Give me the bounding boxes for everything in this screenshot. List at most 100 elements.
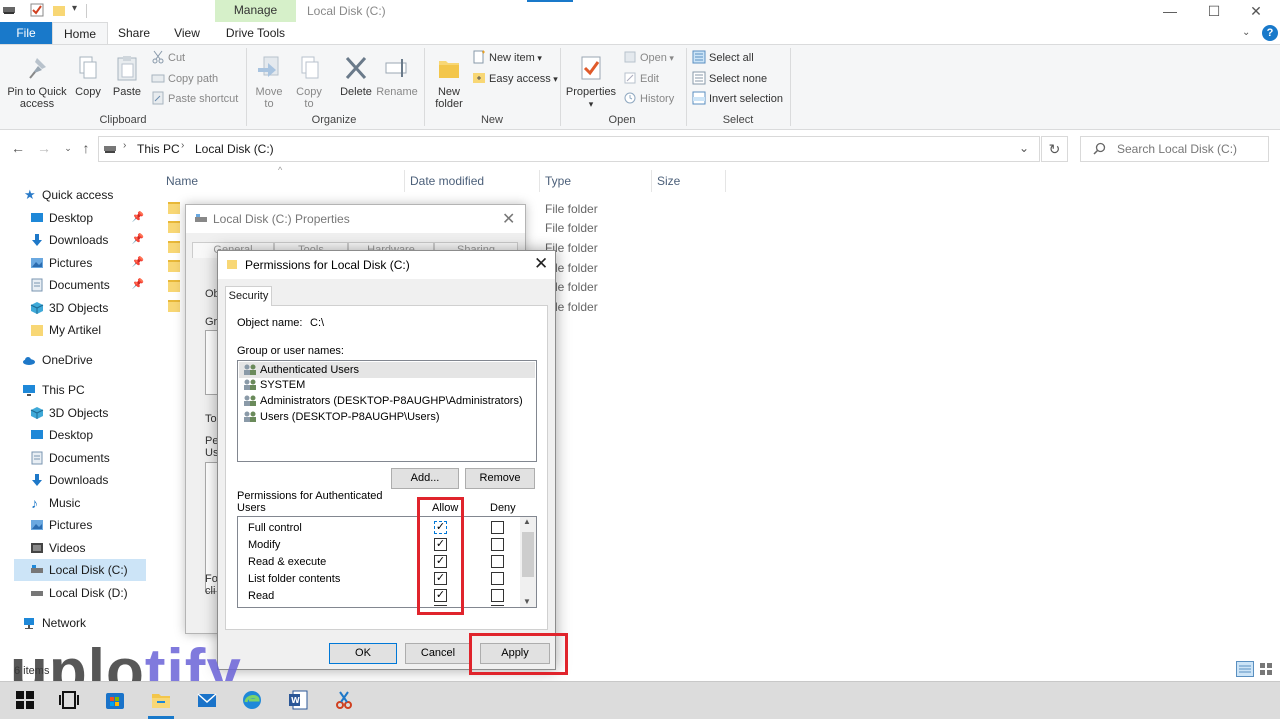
- column-header-name[interactable]: Name: [166, 174, 198, 188]
- ribbon-collapse-icon[interactable]: ⌄: [1242, 27, 1250, 38]
- tab-security[interactable]: Security: [225, 286, 272, 306]
- folder-icon[interactable]: [168, 280, 180, 292]
- nav-item-pictures-pc[interactable]: Pictures: [14, 514, 146, 536]
- breadcrumb-this-pc[interactable]: This PC: [137, 142, 180, 156]
- help-button[interactable]: ?: [1262, 25, 1278, 41]
- user-row-authenticated[interactable]: Authenticated Users: [239, 362, 535, 378]
- properties-close-icon[interactable]: ✕: [502, 209, 515, 229]
- minimize-button[interactable]: —: [1160, 2, 1180, 20]
- move-to-button[interactable]: Move to: [252, 54, 286, 110]
- column-header-date-modified[interactable]: Date modified: [410, 174, 484, 188]
- nav-item-pictures[interactable]: Pictures 📌: [14, 252, 146, 274]
- nav-item-desktop[interactable]: Desktop 📌: [14, 207, 146, 229]
- add-user-button[interactable]: Add...: [391, 468, 459, 489]
- large-icons-view-icon[interactable]: [1258, 661, 1274, 677]
- user-row-users[interactable]: Users (DESKTOP-P8AUGHP\Users): [239, 409, 535, 425]
- copy-path-button[interactable]: Copy path: [151, 70, 218, 88]
- open-button[interactable]: Open ▾: [623, 49, 674, 67]
- snipping-tool-icon[interactable]: [333, 689, 355, 711]
- folder-icon[interactable]: [168, 221, 180, 233]
- file-explorer-icon[interactable]: [150, 689, 172, 711]
- delete-button[interactable]: Delete: [336, 54, 376, 98]
- folder-icon[interactable]: [168, 241, 180, 253]
- refresh-icon[interactable]: ↻: [1041, 136, 1068, 162]
- search-input[interactable]: Search Local Disk (C:): [1080, 136, 1269, 162]
- back-arrow-icon[interactable]: ←: [10, 140, 26, 156]
- nav-onedrive[interactable]: OneDrive: [14, 349, 146, 371]
- edit-button[interactable]: Edit: [623, 70, 659, 88]
- tab-drive-tools[interactable]: Drive Tools: [215, 22, 296, 44]
- folder-icon[interactable]: [168, 202, 180, 214]
- nav-this-pc[interactable]: This PC: [14, 379, 146, 401]
- mail-icon[interactable]: [196, 689, 218, 711]
- properties-quick-icon[interactable]: [30, 3, 44, 17]
- nav-item-videos[interactable]: Videos: [14, 537, 146, 559]
- deny-checkbox-read[interactable]: [491, 589, 504, 602]
- pin-icon[interactable]: 📌: [132, 274, 144, 296]
- customize-quick-access-icon[interactable]: ▾: [72, 3, 77, 14]
- address-bar[interactable]: › This PC › Local Disk (C:) ⌄: [98, 136, 1040, 162]
- folder-icon[interactable]: [168, 300, 180, 312]
- forward-arrow-icon[interactable]: →: [36, 140, 52, 156]
- rename-button[interactable]: Rename: [376, 54, 418, 98]
- paste-shortcut-button[interactable]: Paste shortcut: [151, 90, 238, 108]
- cancel-button[interactable]: Cancel: [405, 643, 471, 664]
- tab-file[interactable]: File: [0, 22, 52, 44]
- deny-checkbox-list-folder[interactable]: [491, 572, 504, 585]
- nav-quick-access[interactable]: ★ Quick access: [14, 184, 146, 206]
- pin-icon[interactable]: 📌: [132, 229, 144, 251]
- properties-button[interactable]: Properties ▾: [564, 54, 618, 110]
- tab-view[interactable]: View: [164, 22, 210, 44]
- scroll-thumb[interactable]: [522, 532, 534, 577]
- deny-checkbox-read-execute[interactable]: [491, 555, 504, 568]
- up-arrow-icon[interactable]: ↑: [78, 140, 94, 156]
- pin-icon[interactable]: 📌: [132, 207, 144, 229]
- select-all-button[interactable]: Select all: [692, 49, 754, 67]
- nav-item-desktop-pc[interactable]: Desktop: [14, 424, 146, 446]
- paste-button[interactable]: Paste: [110, 54, 144, 98]
- column-header-type[interactable]: Type: [545, 174, 571, 188]
- pin-icon[interactable]: 📌: [132, 252, 144, 274]
- nav-item-local-disk-c[interactable]: Local Disk (C:): [14, 559, 146, 581]
- select-none-button[interactable]: Select none: [692, 70, 767, 88]
- nav-network[interactable]: Network: [14, 612, 146, 634]
- windows-start-icon[interactable]: [14, 689, 36, 711]
- easy-access-button[interactable]: Easy access ▾: [472, 70, 558, 88]
- user-row-administrators[interactable]: Administrators (DESKTOP-P8AUGHP\Administ…: [239, 393, 535, 409]
- new-folder-quick-icon[interactable]: [52, 3, 66, 17]
- recent-locations-chevron-icon[interactable]: ⌄: [60, 140, 76, 156]
- new-folder-button[interactable]: New folder: [430, 54, 468, 110]
- nav-item-my-artikel[interactable]: My Artikel: [14, 319, 146, 341]
- nav-item-downloads-pc[interactable]: Downloads: [14, 469, 146, 491]
- user-row-system[interactable]: SYSTEM: [239, 377, 535, 393]
- nav-item-documents-pc[interactable]: Documents: [14, 447, 146, 469]
- tab-home[interactable]: Home: [52, 22, 108, 45]
- folder-icon[interactable]: [168, 260, 180, 272]
- scroll-down-chevron-icon[interactable]: ▼: [523, 597, 531, 606]
- new-item-button[interactable]: New item ▾: [472, 49, 542, 67]
- nav-item-3d-objects-pc[interactable]: 3D Objects: [14, 402, 146, 424]
- history-button[interactable]: History: [623, 90, 674, 108]
- address-dropdown-chevron-icon[interactable]: ⌄: [1019, 141, 1029, 155]
- remove-user-button[interactable]: Remove: [465, 468, 535, 489]
- edge-browser-icon[interactable]: [241, 689, 263, 711]
- close-button[interactable]: ✕: [1246, 2, 1266, 20]
- nav-item-downloads[interactable]: Downloads 📌: [14, 229, 146, 251]
- nav-item-music[interactable]: ♪ Music: [14, 492, 146, 514]
- maximize-button[interactable]: ☐: [1204, 2, 1224, 20]
- nav-item-local-disk-d[interactable]: Local Disk (D:): [14, 582, 146, 604]
- breadcrumb-local-disk[interactable]: Local Disk (C:): [195, 142, 274, 156]
- nav-item-3d-objects[interactable]: 3D Objects: [14, 297, 146, 319]
- cut-button[interactable]: Cut: [151, 49, 185, 67]
- ok-button[interactable]: OK: [329, 643, 397, 664]
- nav-item-documents[interactable]: Documents 📌: [14, 274, 146, 296]
- column-header-size[interactable]: Size: [657, 174, 680, 188]
- deny-checkbox-full-control[interactable]: [491, 521, 504, 534]
- word-icon[interactable]: W: [287, 689, 309, 711]
- pin-to-quick-access-button[interactable]: Pin to Quick access: [4, 54, 70, 110]
- task-view-icon[interactable]: [58, 689, 80, 711]
- details-view-icon[interactable]: [1236, 661, 1254, 677]
- scroll-up-chevron-icon[interactable]: ▲: [523, 517, 531, 526]
- invert-selection-button[interactable]: Invert selection: [692, 90, 783, 108]
- deny-checkbox-modify[interactable]: [491, 538, 504, 551]
